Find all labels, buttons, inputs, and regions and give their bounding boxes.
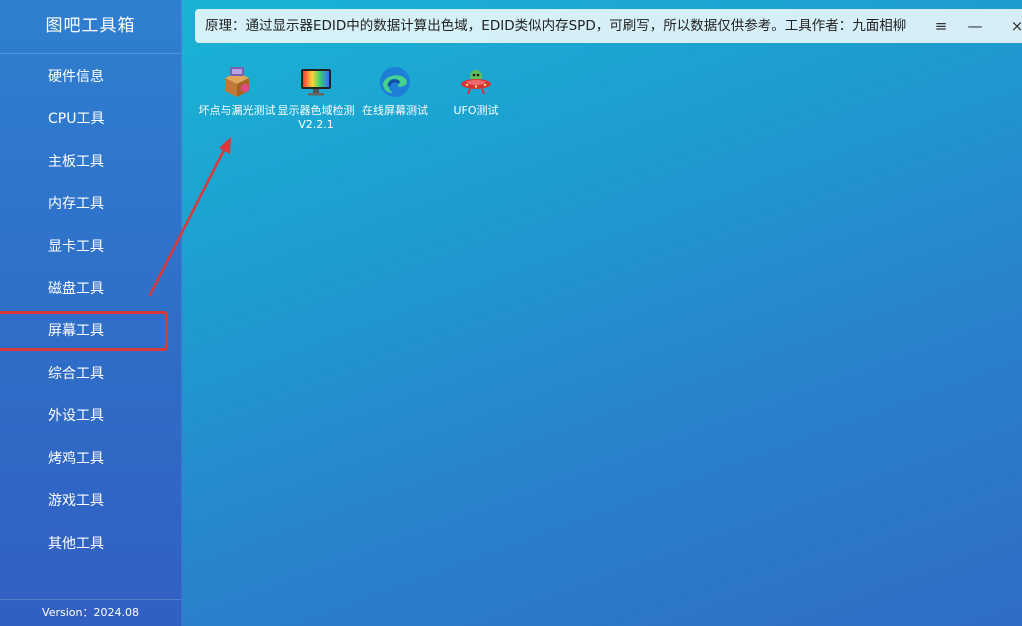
minimize-icon[interactable]: —: [963, 9, 987, 43]
close-icon[interactable]: ×: [1005, 9, 1022, 43]
tool-label: 坏点与漏光测试: [198, 104, 276, 117]
edge-browser-icon: [380, 67, 410, 97]
sidebar-item-motherboard-tools[interactable]: 主板工具: [0, 141, 181, 183]
box-tool-icon: [225, 67, 249, 97]
tool-label: 显示器色域检测V2.2.1: [277, 104, 355, 131]
sidebar-item-cpu-tools[interactable]: CPU工具: [0, 98, 181, 140]
sidebar-item-hardware-info[interactable]: 硬件信息: [0, 56, 181, 98]
tool-ufo-test[interactable]: UFO测试: [436, 64, 516, 118]
sidebar-item-game-tools[interactable]: 游戏工具: [0, 480, 181, 522]
version-label: Version：2024.08: [0, 599, 181, 626]
sidebar-item-other-tools[interactable]: 其他工具: [0, 523, 181, 565]
menu-icon[interactable]: ≡: [929, 9, 953, 43]
ufo-icon: [461, 70, 491, 95]
tool-monitor-gamut-check[interactable]: 显示器色域检测V2.2.1: [276, 64, 356, 132]
sidebar-item-comprehensive-tools[interactable]: 综合工具: [0, 353, 181, 395]
sidebar-item-stress-test-tools[interactable]: 烤鸡工具: [0, 438, 181, 480]
tool-dead-pixel-test[interactable]: 坏点与漏光测试: [197, 64, 277, 118]
app-title: 图吧工具箱: [0, 0, 181, 54]
sidebar-item-peripheral-tools[interactable]: 外设工具: [0, 395, 181, 437]
notice-text: 原理：通过显示器EDID中的数据计算出色域，EDID类似内存SPD，可刷写，所以…: [205, 18, 907, 34]
sidebar-item-memory-tools[interactable]: 内存工具: [0, 183, 181, 225]
tool-online-screen-test[interactable]: 在线屏幕测试: [355, 64, 435, 118]
notice-bar: 原理：通过显示器EDID中的数据计算出色域，EDID类似内存SPD，可刷写，所以…: [195, 9, 1022, 43]
tool-label: UFO测试: [453, 104, 499, 117]
sidebar-item-gpu-tools[interactable]: 显卡工具: [0, 226, 181, 268]
sidebar-item-disk-tools[interactable]: 磁盘工具: [0, 268, 181, 310]
tool-label: 在线屏幕测试: [362, 104, 428, 117]
monitor-color-icon: [301, 69, 331, 96]
highlight-box: [0, 311, 168, 351]
